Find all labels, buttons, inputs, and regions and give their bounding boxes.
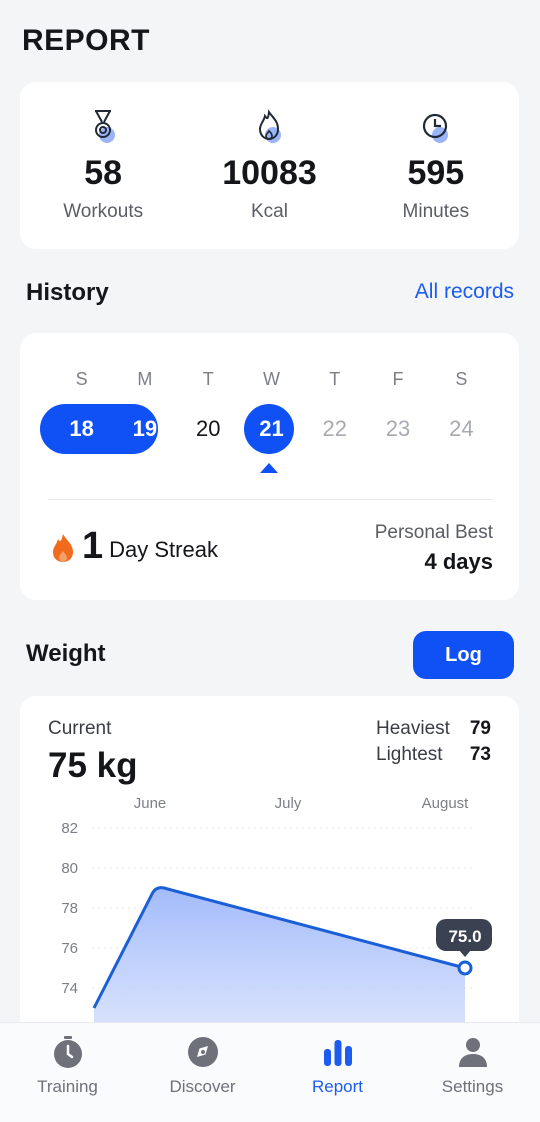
stat-label: Minutes [402, 201, 470, 222]
nav-label: Training [37, 1077, 98, 1096]
weekday-label: F [392, 369, 404, 389]
date-cell[interactable]: 20 [177, 404, 240, 454]
latest-point-marker[interactable] [457, 960, 473, 976]
nav-discover[interactable]: Discover [135, 1023, 270, 1122]
bar-chart-icon [323, 1040, 352, 1066]
stat-value: 10083 [222, 154, 317, 192]
nav-label: Settings [441, 1077, 504, 1096]
latest-value-tooltip: 75.0 [436, 919, 492, 957]
weekday-label: M [137, 369, 153, 389]
stopwatch-icon [53, 1036, 82, 1068]
nav-label: Discover [169, 1077, 236, 1096]
nav-report[interactable]: Report [270, 1023, 405, 1122]
stat-kcal: 10083 Kcal [186, 82, 352, 249]
weekday-label: W [262, 369, 280, 389]
log-weight-button[interactable]: Log [413, 631, 514, 679]
stat-value: 595 [407, 154, 465, 192]
date-row: 18 19 20 21 22 23 24 [50, 404, 493, 454]
streak-count: 1 [82, 525, 104, 567]
weekday-label: S [455, 369, 468, 389]
stat-workouts: 58 Workouts [20, 82, 186, 249]
weekday-label: T [202, 369, 214, 389]
divider [48, 499, 493, 500]
stat-label: Kcal [251, 201, 288, 222]
y-tick-label: 82 [61, 820, 78, 837]
date-cell[interactable]: 24 [430, 404, 493, 454]
flame-icon [259, 109, 282, 143]
date-cell[interactable]: 19 [113, 404, 176, 454]
y-tick-label: 76 [61, 940, 78, 957]
stat-label: Workouts [63, 201, 144, 222]
nav-settings[interactable]: Settings [405, 1023, 540, 1122]
weekday-label: S [75, 369, 88, 389]
date-cell[interactable]: 18 [50, 404, 113, 454]
month-label: June [134, 795, 167, 812]
streak-summary: 1 Day Streak [52, 525, 218, 567]
month-label: August [422, 795, 470, 812]
compass-icon [187, 1037, 218, 1067]
date-cell-today[interactable]: 21 [240, 404, 303, 454]
y-tick-label: 80 [61, 860, 78, 877]
personal-best-value: 4 days [424, 549, 494, 574]
personal-best-label: Personal Best [374, 522, 493, 543]
today-caret-icon [260, 463, 278, 473]
history-card: S M T W T F S 18 19 20 21 22 23 24 1 Day… [20, 333, 519, 600]
bottom-nav: Training Discover Report Settings [0, 1022, 540, 1122]
clock-icon [422, 113, 448, 143]
nav-label: Report [311, 1077, 364, 1096]
date-cell[interactable]: 23 [366, 404, 429, 454]
weekday-label: T [329, 369, 341, 389]
streak-flame-icon [53, 534, 73, 562]
medal-icon [95, 110, 116, 143]
streak-label: Day Streak [109, 537, 218, 562]
date-cell[interactable]: 22 [303, 404, 366, 454]
weekday-row: S M T W T F S [50, 369, 493, 390]
tooltip-value: 75.0 [448, 927, 481, 946]
weight-title: Weight [26, 640, 106, 667]
page-title: REPORT [22, 24, 151, 57]
history-title: History [26, 279, 109, 306]
stat-minutes: 595 Minutes [353, 82, 519, 249]
all-records-link[interactable]: All records [415, 280, 514, 304]
stat-value: 58 [84, 154, 123, 192]
nav-training[interactable]: Training [0, 1023, 135, 1122]
month-label: July [275, 795, 302, 812]
summary-stats-card: 58 Workouts 10083 Kcal 595 Minutes [20, 82, 519, 249]
y-tick-label: 78 [61, 900, 78, 917]
person-icon [458, 1038, 487, 1067]
y-tick-label: 74 [61, 980, 78, 997]
